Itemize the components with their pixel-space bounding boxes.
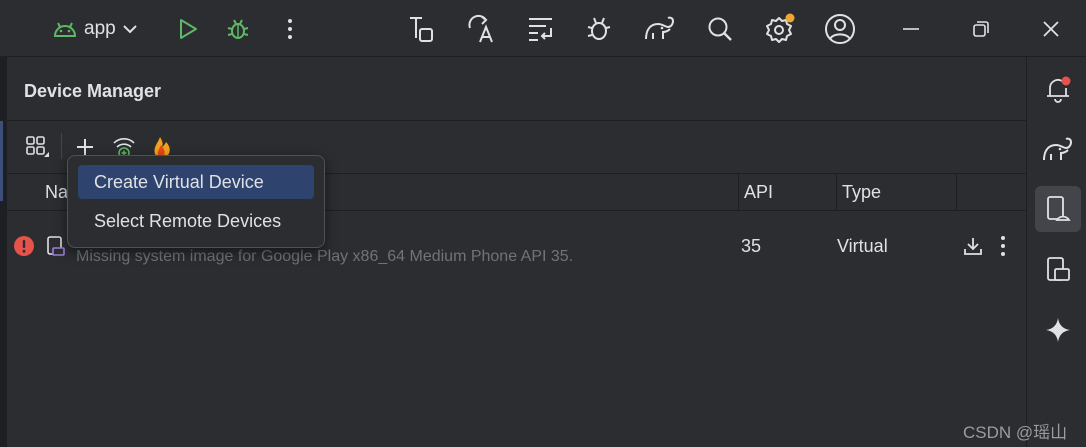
- more-actions-button[interactable]: [280, 0, 300, 57]
- divider: [7, 120, 1026, 121]
- close-window-button[interactable]: [1036, 0, 1066, 57]
- chevron-down-icon: [122, 24, 138, 34]
- device-status-message: Missing system image for Google Play x86…: [76, 248, 574, 265]
- column-header-type[interactable]: Type: [836, 174, 881, 210]
- run-config-selector[interactable]: app: [52, 0, 138, 57]
- column-divider: [956, 174, 957, 210]
- add-device-popup-menu: Create Virtual Device Select Remote Devi…: [67, 155, 325, 248]
- more-vert-icon: [288, 18, 292, 39]
- panel-title: Device Manager: [24, 81, 162, 101]
- download-icon: [964, 238, 982, 255]
- run-config-label: app: [84, 17, 116, 39]
- device-type: Virtual: [837, 236, 888, 256]
- layout-options-button[interactable]: [23, 133, 51, 161]
- settings-button[interactable]: [764, 0, 796, 57]
- minimize-icon: [903, 27, 919, 30]
- build-icon: [410, 16, 433, 42]
- layout-grid-icon: [26, 136, 49, 157]
- debug-icon: [227, 19, 249, 39]
- gradle-icon: [645, 16, 675, 39]
- run-button[interactable]: [175, 0, 201, 57]
- gemini-button[interactable]: [1035, 307, 1081, 353]
- account-icon: [825, 13, 855, 44]
- debug-button[interactable]: [225, 0, 251, 57]
- virtual-device-icon: [45, 235, 67, 262]
- restore-icon: [973, 20, 989, 37]
- account-button[interactable]: [824, 0, 856, 57]
- close-icon: [1043, 20, 1059, 37]
- notifications-icon: [1047, 76, 1071, 103]
- restore-button[interactable]: [966, 0, 996, 57]
- build-button[interactable]: [405, 0, 437, 57]
- menu-item-select-remote-devices[interactable]: Select Remote Devices: [78, 204, 314, 238]
- running-devices-button[interactable]: [1035, 247, 1081, 293]
- column-header-api[interactable]: API: [738, 174, 773, 210]
- menu-item-create-virtual-device[interactable]: Create Virtual Device: [78, 165, 314, 199]
- error-status-icon: [13, 235, 35, 262]
- left-strip-marker: [0, 121, 3, 201]
- profiler-button[interactable]: [584, 0, 616, 57]
- gemini-icon: [1046, 318, 1070, 342]
- more-vert-icon: [1001, 236, 1005, 256]
- device-more-button[interactable]: [1000, 235, 1006, 262]
- column-header-name[interactable]: Na: [39, 174, 68, 210]
- logcat-icon: [529, 17, 552, 41]
- logcat-button[interactable]: [525, 0, 557, 57]
- download-button[interactable]: [962, 235, 984, 262]
- minimize-button[interactable]: [896, 0, 926, 57]
- device-manager-panel-button[interactable]: [1035, 186, 1081, 232]
- device-manager-icon: [1047, 196, 1071, 221]
- running-devices-icon: [1047, 257, 1070, 281]
- translate-button[interactable]: [465, 0, 497, 57]
- watermark: CSDN @瑶山: [963, 423, 1068, 442]
- run-icon: [180, 18, 197, 39]
- translate-icon: [468, 14, 493, 42]
- search-button[interactable]: [705, 0, 735, 57]
- device-api: 35: [741, 236, 762, 256]
- settings-icon: [766, 13, 795, 43]
- search-icon: [708, 17, 732, 41]
- device-manager-panel: Device Manager Na API Type Missing syste…: [7, 57, 1026, 447]
- right-tool-strip: [1026, 57, 1086, 447]
- toolbar-divider: [61, 133, 62, 159]
- android-icon: [52, 19, 78, 39]
- gradle-sync-button[interactable]: [643, 0, 677, 57]
- gradle-panel-button[interactable]: [1035, 127, 1081, 173]
- gradle-icon: [1043, 137, 1073, 161]
- notifications-button[interactable]: [1035, 66, 1081, 112]
- main-toolbar: app: [0, 0, 1086, 57]
- left-tool-strip: [0, 57, 7, 447]
- bug-settings-icon: [587, 17, 611, 40]
